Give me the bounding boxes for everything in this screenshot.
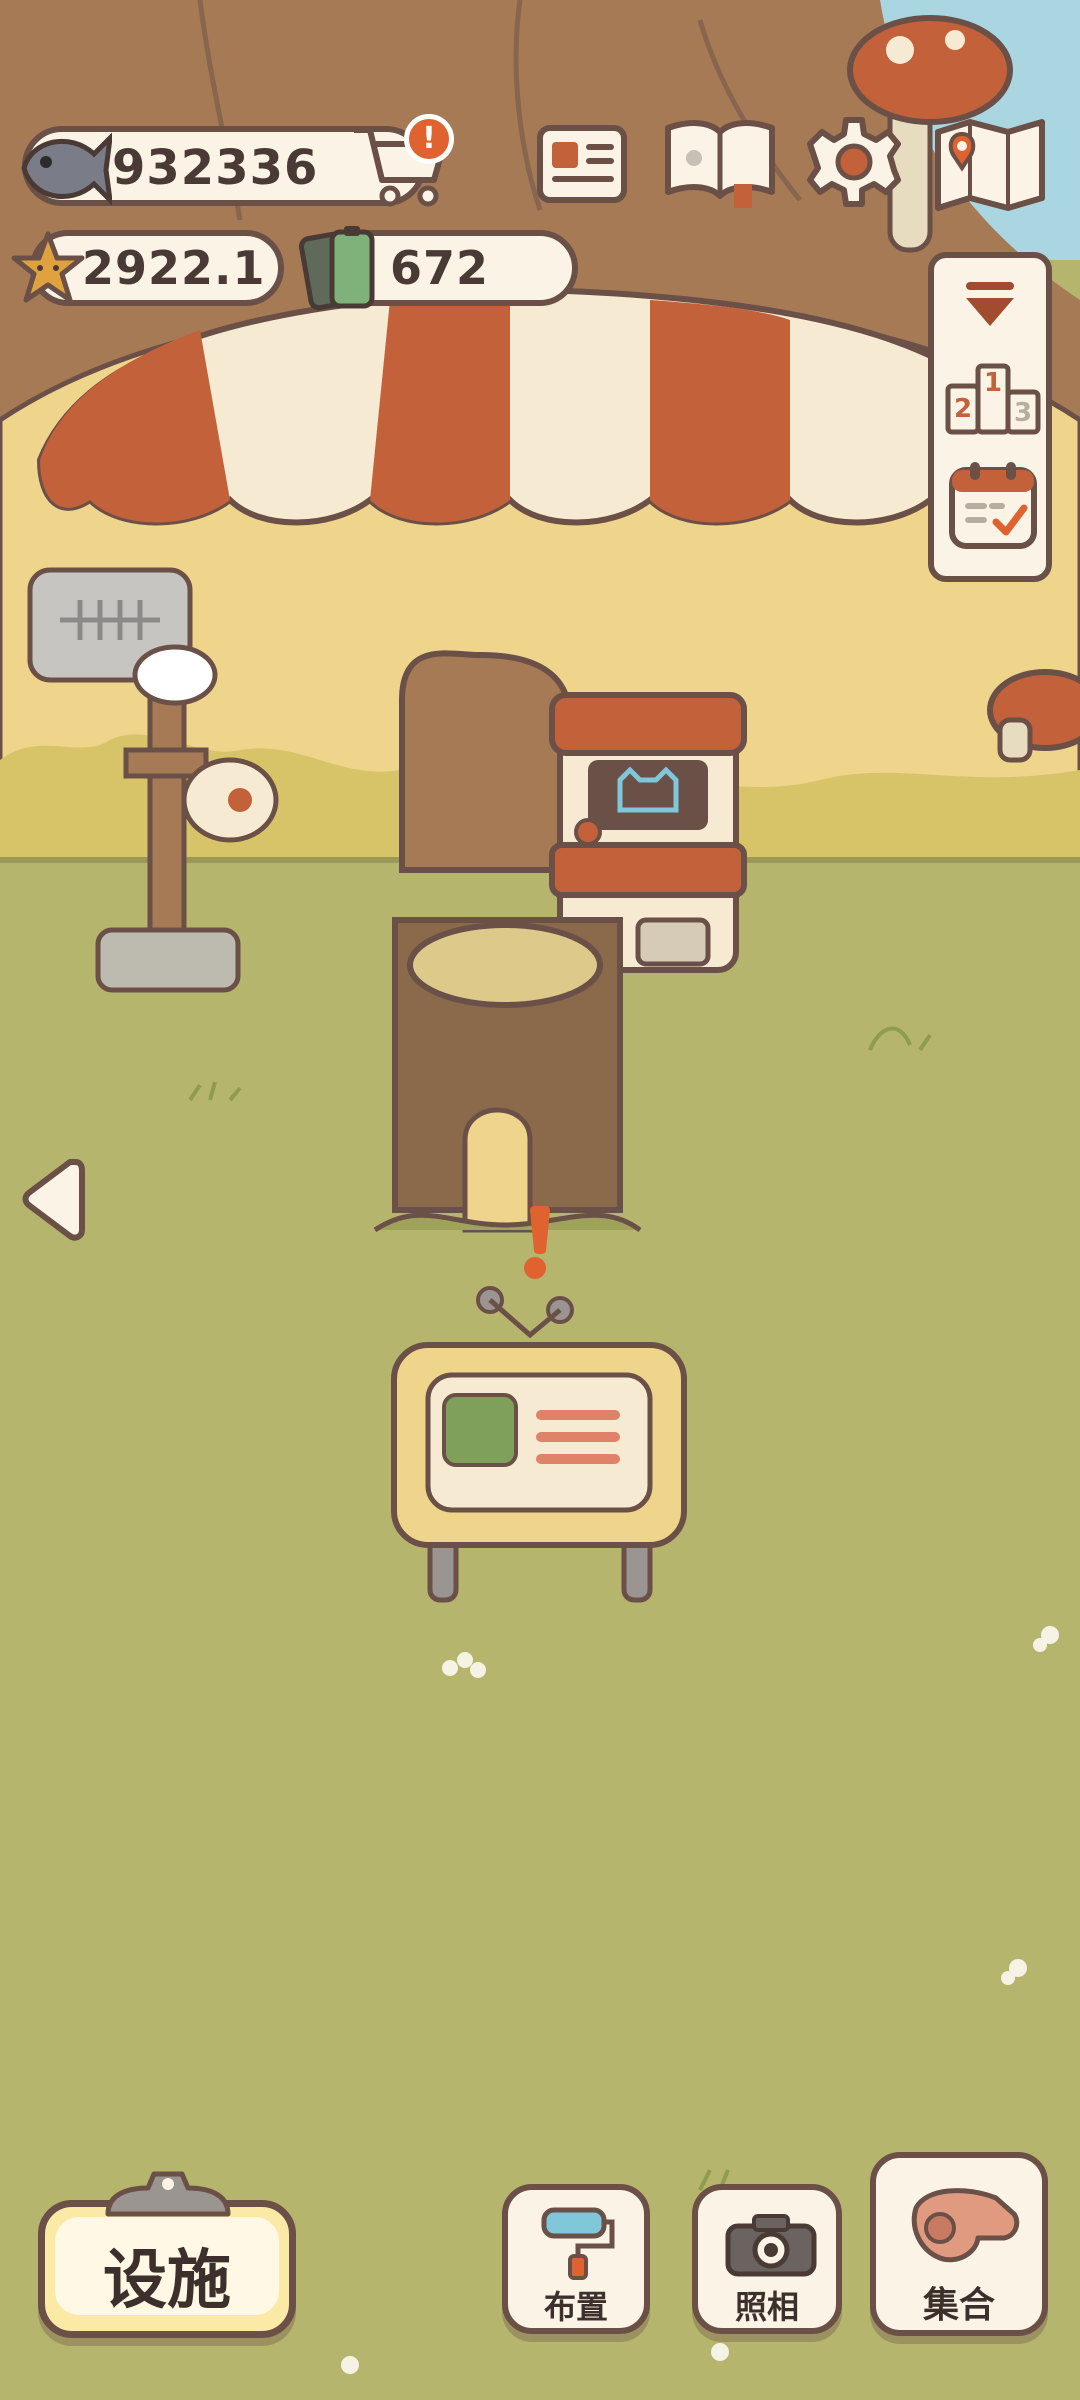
shop-alert-text: ! xyxy=(422,121,436,156)
layout-button[interactable]: 布置 xyxy=(502,2184,650,2334)
map-icon[interactable] xyxy=(932,114,1048,214)
game-scene xyxy=(0,0,1080,2400)
paint-roller-icon xyxy=(541,2207,615,2280)
battery-icon xyxy=(298,226,375,311)
star-icon xyxy=(11,231,85,303)
collapse-arrow-icon[interactable] xyxy=(962,280,1018,330)
podium-icon[interactable]: 2 1 3 xyxy=(944,356,1042,438)
calendar-icon[interactable] xyxy=(946,458,1040,552)
layout-button-label: 布置 xyxy=(543,2288,608,2326)
photo-button-label: 照相 xyxy=(734,2288,799,2326)
whistle-icon xyxy=(911,2188,1020,2263)
star-count: 2922.1 xyxy=(82,241,266,295)
house-door xyxy=(399,650,573,873)
paw-book-icon[interactable] xyxy=(660,114,780,210)
podium-rank-1: 1 xyxy=(983,368,1003,398)
podium-rank-3: 3 xyxy=(1013,398,1033,428)
podium-rank-2: 2 xyxy=(953,394,973,424)
left-arrow-icon[interactable] xyxy=(20,1152,86,1246)
newspaper-icon[interactable] xyxy=(534,118,630,208)
facility-button-label: 设施 xyxy=(103,2244,231,2318)
camera-icon xyxy=(725,2214,817,2277)
gather-button-label: 集合 xyxy=(922,2285,995,2326)
gear-icon[interactable] xyxy=(806,114,902,210)
fish-icon xyxy=(21,132,112,206)
tree-stump-house xyxy=(373,917,642,1233)
battery-count: 672 xyxy=(390,241,490,295)
facility-button[interactable]: 设施 xyxy=(38,2200,296,2338)
clipboard-clip xyxy=(105,2171,231,2217)
fish-count: 932336 xyxy=(112,140,319,196)
gather-button[interactable]: 集合 xyxy=(870,2152,1048,2336)
shop-alert-badge: ! xyxy=(404,114,454,164)
photo-button[interactable]: 照相 xyxy=(692,2184,842,2334)
side-panel: 2 1 3 xyxy=(928,252,1052,582)
